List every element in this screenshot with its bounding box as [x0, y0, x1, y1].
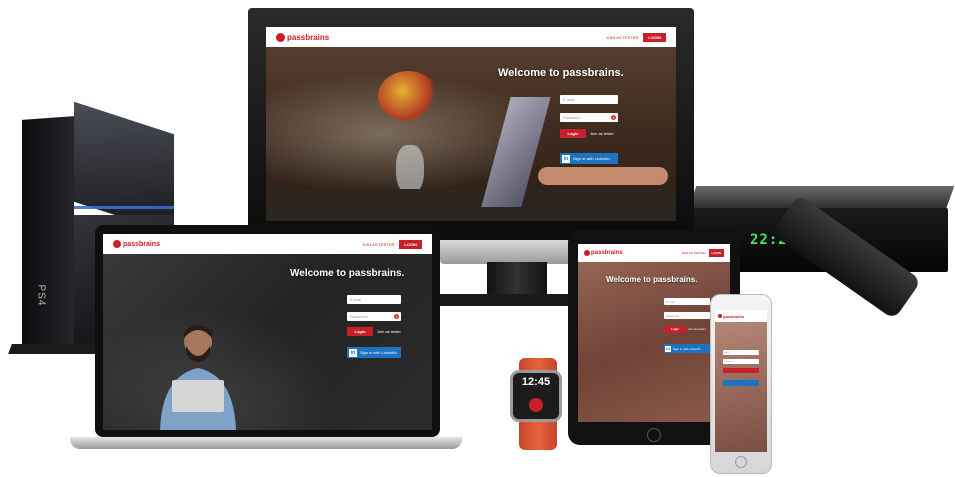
site-header: passbrains	[715, 310, 767, 322]
welcome-heading: Welcome to passbrains.	[290, 268, 405, 279]
brand-name: passbrains	[287, 32, 330, 42]
join-as-tester-link[interactable]: JOIN AS TESTER	[681, 251, 705, 255]
site-header: passbrains JOIN AS TESTER LOGIN	[266, 27, 676, 47]
linkedin-label: Sign in with LinkedIn	[360, 350, 397, 355]
header-actions: JOIN AS TESTER LOGIN	[606, 32, 666, 42]
header-login-button[interactable]: LOGIN	[708, 249, 724, 257]
join-as-tester-link[interactable]: JOIN AS TESTER	[362, 242, 394, 247]
arm-in-photo	[538, 167, 668, 185]
site-header: passbrains JOIN AS TESTER LOGIN	[578, 244, 730, 262]
linkedin-signin-button[interactable]: in Sign in with LinkedIn	[664, 344, 710, 353]
email-placeholder: E-mail	[666, 299, 675, 304]
join-as-tester-text[interactable]: Join as tester	[377, 329, 401, 334]
glass-vase	[396, 145, 424, 195]
logo-icon	[718, 314, 722, 318]
email-field[interactable]: E-mail	[560, 95, 618, 104]
header-actions: JOIN AS TESTER LOGIN	[681, 249, 724, 257]
linkedin-signin-button[interactable]: in Sign in with LinkedIn	[560, 153, 618, 164]
phone-home-button[interactable]	[735, 456, 747, 468]
email-field[interactable]: E-mail	[664, 298, 710, 305]
password-field[interactable]: Password	[723, 359, 759, 364]
password-field[interactable]: Password	[664, 312, 710, 319]
alert-icon: !	[611, 115, 616, 120]
email-field[interactable]: E-mail	[347, 295, 401, 304]
brand-logo[interactable]: passbrains	[276, 32, 330, 42]
passbrains-logo-icon	[529, 398, 543, 412]
tablet-home-button[interactable]	[647, 428, 661, 442]
device-showcase: PS4 22:22 passbrains JOIN AS TESTER LOGI…	[0, 0, 955, 477]
header-login-button[interactable]: LOGIN	[399, 239, 422, 249]
tablet-screen: passbrains JOIN AS TESTER LOGIN Welcome …	[578, 244, 730, 422]
flowers	[378, 71, 438, 121]
logo-icon	[584, 250, 590, 256]
tv-stand-neck	[487, 262, 547, 296]
login-button[interactable]	[723, 368, 759, 373]
logo-icon	[113, 240, 121, 248]
ps4-console-side	[22, 116, 74, 353]
email-field[interactable]: E-mail	[723, 350, 759, 355]
password-placeholder: Password	[563, 115, 581, 120]
phone-screen: passbrains E-mail Password	[715, 310, 767, 452]
header-login-button[interactable]: LOGIN	[643, 32, 666, 42]
password-placeholder: Password	[724, 360, 733, 363]
brand-logo[interactable]: passbrains	[584, 250, 623, 256]
welcome-heading: Welcome to passbrains.	[606, 275, 698, 284]
password-placeholder: Password	[350, 314, 368, 319]
linkedin-label: Sign in with LinkedIn	[573, 156, 610, 161]
login-button[interactable]: Login	[664, 326, 686, 333]
smartwatch-time: 12:45	[521, 376, 551, 388]
email-placeholder: E-mail	[350, 297, 362, 302]
linkedin-icon: in	[665, 345, 671, 352]
login-button[interactable]: Login	[560, 129, 586, 138]
person-with-laptop-photo	[160, 325, 236, 430]
password-placeholder: Password	[666, 313, 680, 318]
brand-name: passbrains	[591, 250, 623, 256]
password-field[interactable]: Password !	[560, 113, 618, 122]
join-as-tester-link[interactable]: JOIN AS TESTER	[606, 35, 638, 40]
email-placeholder: E-mail	[563, 97, 575, 102]
password-field[interactable]: Password !	[347, 312, 401, 321]
brand-logo[interactable]: passbrains	[113, 240, 160, 248]
brand-name: passbrains	[123, 240, 160, 248]
brand-name: passbrains	[723, 313, 745, 319]
linkedin-signin-button[interactable]: in Sign in with LinkedIn	[347, 347, 401, 358]
email-placeholder: E-mail	[724, 351, 730, 354]
join-as-tester-text[interactable]: Join as tester	[590, 131, 614, 136]
linkedin-icon: in	[349, 348, 357, 357]
login-button[interactable]: Login	[347, 327, 373, 336]
table	[266, 189, 676, 221]
logo-icon	[276, 32, 285, 42]
laptop-base	[70, 437, 462, 449]
alert-icon: !	[394, 314, 399, 319]
site-header: passbrains JOIN AS TESTER LOGIN	[103, 234, 432, 254]
set-top-box-top	[687, 186, 955, 210]
welcome-heading: Welcome to passbrains.	[498, 67, 624, 79]
ps4-base	[8, 344, 102, 354]
linkedin-icon: in	[562, 154, 570, 163]
tv-screen: passbrains JOIN AS TESTER LOGIN Welcome …	[266, 27, 676, 221]
ps4-light-bar	[74, 206, 174, 209]
brand-logo[interactable]: passbrains	[718, 314, 744, 319]
ps4-label: PS4	[35, 284, 47, 307]
join-as-tester-text[interactable]: Join as tester	[688, 327, 706, 331]
linkedin-label: Sign in with LinkedIn	[673, 346, 701, 351]
linkedin-signin-button[interactable]	[723, 380, 759, 386]
header-actions: JOIN AS TESTER LOGIN	[362, 239, 422, 249]
